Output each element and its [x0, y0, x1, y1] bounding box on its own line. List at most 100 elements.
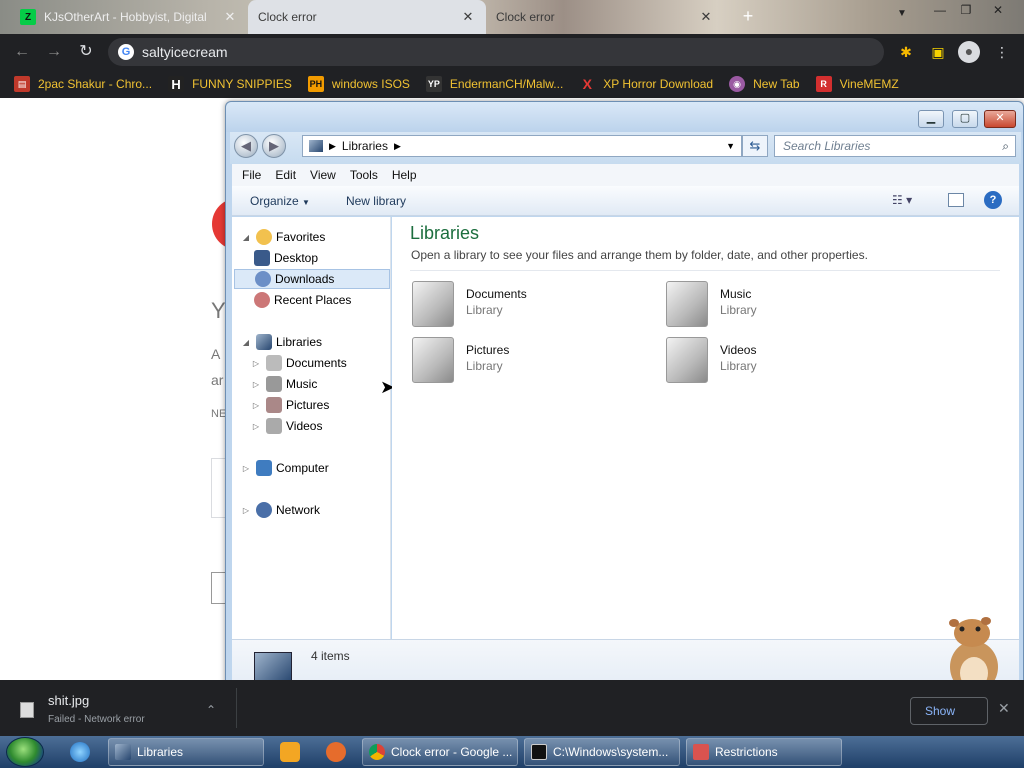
collapsed-triangle-icon[interactable]: ▷	[240, 464, 252, 473]
chevron-down-icon[interactable]: ▼	[897, 8, 915, 19]
refresh-icon[interactable]: ⇆	[742, 135, 768, 157]
deviantart-icon: Z	[20, 9, 36, 25]
close-window-icon[interactable]: ✕	[984, 2, 1012, 18]
bookmark-label: EndermanCH/Malw...	[449, 77, 564, 91]
library-type: Library	[466, 359, 503, 373]
search-placeholder: Search Libraries	[783, 139, 871, 153]
bookmark-new-tab[interactable]: ◉ New Tab	[729, 76, 800, 92]
taskbar-libraries[interactable]: Libraries	[108, 738, 264, 766]
taskbar-cmd[interactable]: C:\Windows\system...	[524, 738, 680, 766]
media-player-icon[interactable]	[280, 742, 300, 762]
bookmark-2pac[interactable]: ▤ 2pac Shakur - Chro...	[14, 76, 152, 92]
nav-favorites[interactable]: ◢ Favorites	[240, 227, 396, 247]
minimize-icon[interactable]: ▁	[918, 110, 944, 128]
taskbar-clock-error-chrome[interactable]: Clock error - Google ...	[362, 738, 518, 766]
menu-dots-icon[interactable]: ⋮	[992, 42, 1012, 62]
minimize-icon[interactable]: —	[926, 2, 954, 18]
new-tab-icon[interactable]: +	[738, 6, 758, 26]
reading-list-icon[interactable]: ▣	[928, 42, 948, 62]
back-icon[interactable]: ←	[12, 42, 32, 62]
preview-pane-icon[interactable]	[948, 193, 964, 207]
menu-view[interactable]: View	[310, 168, 336, 182]
chevron-down-icon[interactable]: ▼	[726, 141, 735, 151]
close-icon[interactable]: ✕	[460, 9, 476, 25]
nav-network[interactable]: ▷ Network	[240, 500, 396, 520]
nav-desktop[interactable]: Desktop	[250, 248, 406, 268]
search-input[interactable]: Search Libraries ⌕	[774, 135, 1016, 157]
view-options-icon[interactable]: ☷ ▾	[892, 193, 912, 207]
nav-downloads[interactable]: Downloads	[234, 269, 390, 289]
menu-tools[interactable]: Tools	[350, 168, 378, 182]
expanded-triangle-icon[interactable]: ◢	[240, 233, 252, 242]
show-all-button[interactable]: Show	[910, 697, 988, 725]
explorer-address-bar[interactable]: ▶ Libraries ▶ ▼	[302, 135, 742, 157]
chevron-right-icon[interactable]: ▶	[394, 141, 401, 152]
expanded-triangle-icon[interactable]: ◢	[240, 338, 252, 347]
profile-avatar-icon[interactable]: ●	[958, 41, 980, 63]
tab-clock-error[interactable]: Clock error ✕	[486, 0, 724, 34]
bookmark-label: VineMEMZ	[839, 77, 899, 91]
back-arrow-icon[interactable]: ◀	[234, 134, 258, 158]
address-bar[interactable]: G saltyicecream	[108, 38, 884, 66]
nav-libraries[interactable]: ◢ Libraries	[240, 332, 396, 352]
collapsed-triangle-icon[interactable]: ▷	[250, 359, 262, 368]
library-documents[interactable]: Documents Library	[412, 281, 652, 327]
chevron-up-icon[interactable]: ⌃	[206, 703, 216, 717]
menu-help[interactable]: Help	[392, 168, 417, 182]
paint-icon[interactable]	[326, 742, 346, 762]
taskbar-restrictions[interactable]: Restrictions	[686, 738, 842, 766]
chevron-down-icon: ▼	[302, 197, 310, 207]
library-type: Library	[466, 303, 503, 317]
reload-icon[interactable]: ↻	[76, 42, 96, 62]
organize-button[interactable]: Organize ▼	[250, 194, 310, 208]
close-icon[interactable]: ✕	[984, 110, 1016, 128]
nav-videos[interactable]: ▷ Videos	[250, 416, 406, 436]
bookmark-xp-horror[interactable]: X XP Horror Download	[579, 76, 714, 92]
bookmark-funny-snippies[interactable]: H FUNNY SNIPPIES	[168, 76, 292, 92]
maximize-icon[interactable]: ▢	[952, 110, 978, 128]
collapsed-triangle-icon[interactable]: ▷	[240, 506, 252, 515]
start-orb-icon[interactable]	[6, 737, 44, 767]
bookmark-windows-isos[interactable]: PH windows ISOS	[307, 76, 410, 92]
new-library-button[interactable]: New library	[346, 194, 406, 208]
library-pictures[interactable]: Pictures Library	[412, 337, 652, 383]
x-icon: X	[582, 76, 592, 92]
forward-arrow-icon[interactable]: ▶	[262, 134, 286, 158]
menu-edit[interactable]: Edit	[275, 168, 296, 182]
bookmark-vinememz[interactable]: R VineMEMZ	[815, 76, 899, 92]
nav-pictures[interactable]: ▷ Pictures	[250, 395, 406, 415]
network-icon	[256, 502, 272, 518]
nav-recent-places[interactable]: Recent Places	[250, 290, 406, 310]
help-icon[interactable]: ?	[984, 191, 1002, 209]
extensions-icon[interactable]: ✱	[896, 42, 916, 62]
library-music[interactable]: Music Library	[666, 281, 906, 327]
globe-icon: ◉	[729, 76, 746, 92]
forward-icon[interactable]: →	[44, 42, 64, 62]
bookmark-label: XP Horror Download	[603, 77, 714, 91]
bookmark-endermanch[interactable]: YP EndermanCH/Malw...	[425, 76, 564, 92]
collapsed-triangle-icon[interactable]: ▷	[250, 401, 262, 410]
restore-icon[interactable]: ❐	[952, 2, 980, 18]
page-heading-fragment: Y	[211, 298, 226, 323]
close-icon[interactable]: ✕	[698, 9, 714, 25]
close-icon[interactable]: ✕	[998, 700, 1010, 717]
downloads-icon	[255, 271, 271, 287]
address-crumb[interactable]: Libraries	[342, 139, 388, 153]
library-type: Library	[720, 303, 757, 317]
nav-computer[interactable]: ▷ Computer	[240, 458, 396, 478]
music-icon	[266, 376, 282, 392]
download-filename[interactable]: shit.jpg	[48, 693, 89, 708]
collapsed-triangle-icon[interactable]: ▷	[250, 380, 262, 389]
bookmark-label: FUNNY SNIPPIES	[192, 77, 292, 91]
tab-kjsotherart[interactable]: Z KJsOtherArt - Hobbyist, Digital ✕	[10, 0, 248, 34]
collapsed-triangle-icon[interactable]: ▷	[250, 422, 262, 431]
tab-clock-error-active[interactable]: Clock error ✕	[248, 0, 486, 34]
task-label: C:\Windows\system...	[553, 745, 669, 759]
videos-icon	[266, 418, 282, 434]
nav-documents[interactable]: ▷ Documents	[250, 353, 406, 373]
pictures-icon	[266, 397, 282, 413]
menu-file[interactable]: File	[242, 168, 261, 182]
close-icon[interactable]: ✕	[222, 9, 238, 25]
library-videos[interactable]: Videos Library	[666, 337, 906, 383]
internet-explorer-icon[interactable]	[70, 742, 90, 762]
